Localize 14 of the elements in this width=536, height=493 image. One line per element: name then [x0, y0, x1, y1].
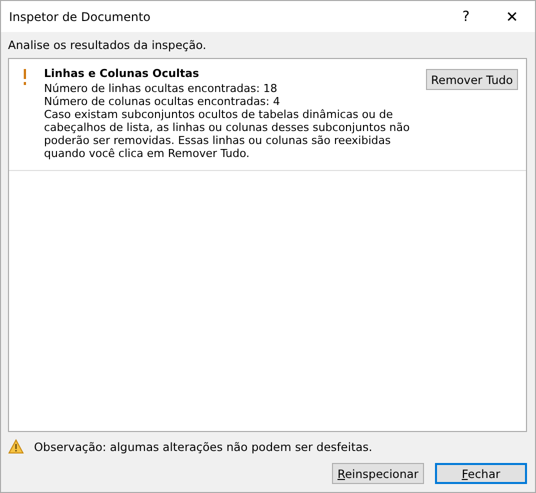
warning-icon	[8, 439, 24, 454]
exclamation-icon	[23, 69, 27, 85]
result-text: Caso existam subconjuntos ocultos de tabelas dinâmicas ou de cabeçalhos de lista, as linhas ou colunas desses subconjuntos não poderão ser removidas. Essas linhas ou colunas são reexibidas quando você clica em Remover Tudo.	[44, 108, 411, 160]
result-text: Número de linhas ocultas encontradas: 18	[44, 82, 278, 95]
result-text: Número de colunas ocultas encontradas: 4	[44, 95, 281, 108]
result-title: Linhas e Colunas Ocultas	[44, 67, 200, 80]
close-button[interactable]: ✕	[489, 1, 535, 32]
remove-all-button[interactable]: Remover Tudo	[426, 69, 518, 90]
note-text: Observação: algumas alterações não podem ser desfeitas.	[34, 440, 372, 454]
instruction-text: Analise os resultados da inspeção.	[8, 38, 208, 52]
dialog-button[interactable]: Fechar	[435, 463, 527, 484]
window-title: Inspetor de Documento	[9, 10, 152, 24]
dialog-button[interactable]: Reinspecionar	[332, 463, 424, 484]
help-button[interactable]: ?	[443, 1, 489, 32]
